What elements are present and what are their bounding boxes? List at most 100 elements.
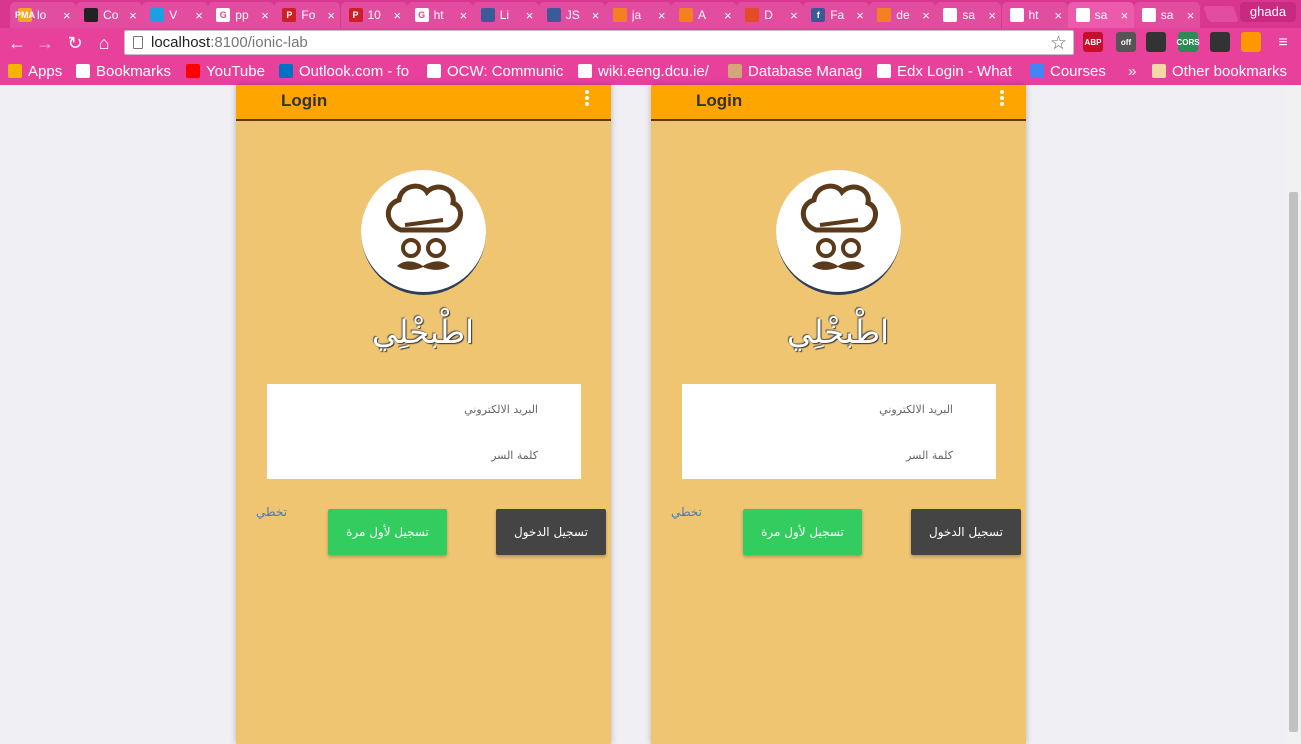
close-tab-icon[interactable]: × xyxy=(988,9,996,22)
bookmark-item[interactable]: Outlook.com - fo xyxy=(279,61,417,81)
back-arrow-icon[interactable]: ← xyxy=(6,32,28,54)
bookmark-favicon-icon xyxy=(279,64,293,78)
close-tab-icon[interactable]: × xyxy=(1187,9,1195,22)
bookmark-item[interactable]: OCW: Communic xyxy=(427,61,567,81)
browser-tab[interactable]: ht × xyxy=(1001,2,1068,28)
address-bar[interactable]: localhost:8100/ionic-lab ☆ xyxy=(124,30,1074,55)
close-tab-icon[interactable]: × xyxy=(327,9,335,22)
browser-tab[interactable]: Co × xyxy=(76,2,143,28)
profile-button[interactable]: ghada xyxy=(1240,2,1296,22)
color-picker-icon[interactable] xyxy=(1241,32,1261,52)
close-tab-icon[interactable]: × xyxy=(658,9,666,22)
app-name: اطْبخْلِي xyxy=(787,313,889,351)
reload-icon[interactable]: ↻ xyxy=(64,32,86,54)
tab-title: Fa xyxy=(830,8,845,22)
bookmark-favicon-icon xyxy=(427,64,441,78)
browser-tab[interactable]: V × xyxy=(142,2,209,28)
extension-off-icon[interactable]: off xyxy=(1116,32,1136,52)
chef-logo xyxy=(776,170,901,295)
login-form xyxy=(682,384,996,479)
browser-tab[interactable]: sa × xyxy=(1133,2,1200,28)
close-tab-icon[interactable]: × xyxy=(394,9,402,22)
new-tab-button[interactable] xyxy=(1203,6,1239,22)
close-tab-icon[interactable]: × xyxy=(1121,9,1129,22)
tab-favicon-icon xyxy=(943,8,958,22)
skip-link[interactable]: تخطي xyxy=(256,505,287,519)
home-icon[interactable]: ⌂ xyxy=(93,32,115,54)
browser-tab[interactable]: PMA lo × xyxy=(10,2,76,28)
close-tab-icon[interactable]: × xyxy=(129,9,137,22)
close-tab-icon[interactable]: × xyxy=(460,9,468,22)
login-button[interactable]: تسجيل الدخول xyxy=(496,509,606,555)
email-field[interactable] xyxy=(713,402,953,416)
close-tab-icon[interactable]: × xyxy=(922,9,930,22)
menu-icon[interactable]: ≡ xyxy=(1272,32,1294,54)
close-tab-icon[interactable]: × xyxy=(526,9,534,22)
tab-favicon-icon xyxy=(745,8,760,22)
bookmarks-overflow-button[interactable]: » xyxy=(1128,61,1136,81)
close-tab-icon[interactable]: × xyxy=(63,9,71,22)
bookmark-label: Courses xyxy=(1050,62,1106,80)
signup-button[interactable]: تسجيل لأول مرة xyxy=(328,509,447,555)
browser-tab[interactable]: Li × xyxy=(472,2,539,28)
close-tab-icon[interactable]: × xyxy=(790,9,798,22)
other-bookmarks-button[interactable]: Other bookmarks xyxy=(1152,61,1287,81)
app-name: اطْبخْلِي xyxy=(372,313,474,351)
forward-arrow-icon[interactable]: → xyxy=(34,32,56,54)
close-tab-icon[interactable]: × xyxy=(724,9,732,22)
browser-tab[interactable]: P Fo × xyxy=(274,2,341,28)
tab-title: ja xyxy=(631,8,642,22)
toolbar: Login xyxy=(236,85,611,121)
browser-tab[interactable]: P 10 × xyxy=(340,2,407,28)
chef-logo xyxy=(361,170,486,295)
bookmark-star-icon[interactable]: ☆ xyxy=(1050,32,1067,55)
more-vert-icon[interactable] xyxy=(996,88,1008,110)
close-tab-icon[interactable]: × xyxy=(856,9,864,22)
bookmark-item[interactable]: YouTube xyxy=(186,61,271,81)
browser-tab[interactable]: sa × xyxy=(1067,2,1134,28)
password-field[interactable] xyxy=(713,448,953,462)
cast-icon[interactable] xyxy=(1146,32,1166,52)
bookmark-item[interactable]: Edx Login - What xyxy=(877,61,1017,81)
password-field[interactable] xyxy=(298,448,538,462)
bookmark-favicon-icon xyxy=(728,64,742,78)
browser-tab[interactable]: JS × xyxy=(538,2,605,28)
bookmark-item[interactable]: Database Manag xyxy=(728,61,868,81)
bookmark-label: Edx Login - What xyxy=(897,62,1013,80)
bookmark-item[interactable]: Courses xyxy=(1030,61,1110,81)
toolbar: Login xyxy=(651,85,1026,121)
browser-tab[interactable]: A × xyxy=(671,2,737,28)
close-tab-icon[interactable]: × xyxy=(195,9,203,22)
bookmark-label: Outlook.com - fo xyxy=(299,62,410,80)
browser-tab[interactable]: sa × xyxy=(935,2,1002,28)
bookmark-item[interactable]: wiki.eeng.dcu.ie/ xyxy=(578,61,716,81)
browser-tab[interactable]: Ght × xyxy=(406,2,473,28)
bookmark-label: Bookmarks xyxy=(96,62,172,80)
adblock-icon[interactable]: ABP xyxy=(1083,32,1103,52)
tab-title: 10 xyxy=(367,8,381,22)
phone-preview-ios: Login اطْبخْلِي تخطي تسجيل لأول مرة تسجي… xyxy=(651,85,1026,744)
browser-tab[interactable]: f Fa × xyxy=(803,2,870,28)
bookmark-item[interactable]: Apps xyxy=(8,61,68,81)
login-button[interactable]: تسجيل الدخول xyxy=(911,509,1021,555)
page-scrollbar[interactable] xyxy=(1286,85,1301,744)
cors-icon[interactable]: CORS xyxy=(1176,32,1200,52)
tab-title: JS xyxy=(565,8,580,22)
tab-title: sa xyxy=(962,8,976,22)
email-field[interactable] xyxy=(298,402,538,416)
browser-tab[interactable]: Gpp × xyxy=(208,2,275,28)
browser-tab[interactable]: D × xyxy=(737,2,804,28)
close-tab-icon[interactable]: × xyxy=(261,9,269,22)
browser-tab[interactable]: ja × xyxy=(604,2,671,28)
browser-tab[interactable]: de × xyxy=(869,2,936,28)
close-tab-icon[interactable]: × xyxy=(1055,9,1063,22)
bookmark-label: Database Manag xyxy=(748,62,863,80)
bookmark-item[interactable]: Bookmarks xyxy=(76,61,181,81)
skip-link[interactable]: تخطي xyxy=(671,505,702,519)
signup-button[interactable]: تسجيل لأول مرة xyxy=(743,509,862,555)
tab-favicon-icon xyxy=(612,8,627,22)
scrollbar-thumb[interactable] xyxy=(1289,192,1298,732)
more-vert-icon[interactable] xyxy=(581,88,593,110)
record-icon[interactable] xyxy=(1210,32,1230,52)
close-tab-icon[interactable]: × xyxy=(592,9,600,22)
